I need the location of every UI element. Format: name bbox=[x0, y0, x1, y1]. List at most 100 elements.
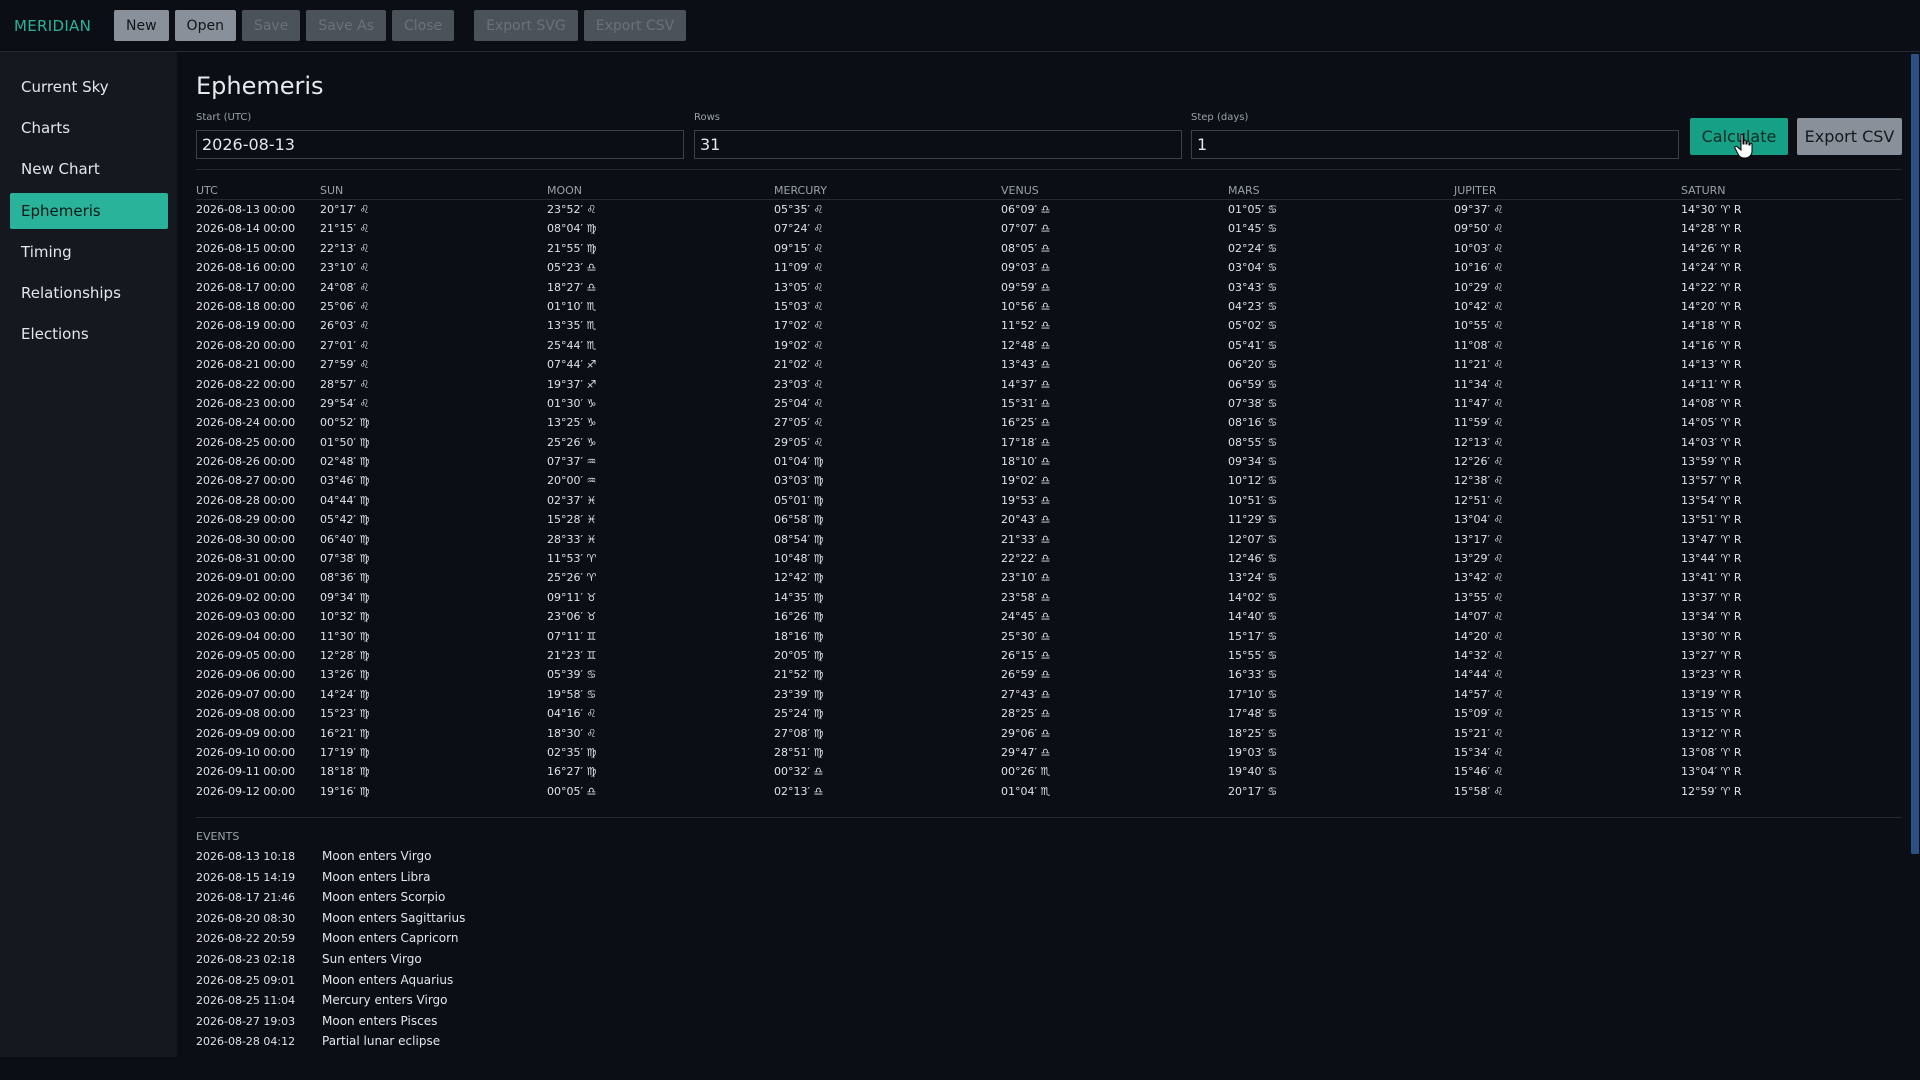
export-svg-button[interactable]: Export SVG bbox=[474, 10, 578, 41]
sidebar-item-timing[interactable]: Timing bbox=[10, 234, 168, 270]
table-cell: 2026-08-28 00:00 bbox=[196, 493, 296, 507]
table-cell: 04°23′ ♋ bbox=[1228, 299, 1278, 313]
table-cell: 03°04′ ♋ bbox=[1228, 261, 1278, 275]
table-row: 2026-08-15 00:00 22°13′ ♌ 21°55′ ♍ 09°15′ ♌… bbox=[196, 239, 1902, 258]
event-item: 2026-08-27 19:03 Moon enters Pisces bbox=[196, 1012, 896, 1033]
table-cell: 02°37′ ♓ bbox=[547, 493, 597, 507]
column-header-utc: UTC bbox=[196, 184, 218, 197]
sidebar-item-new-chart[interactable]: New Chart bbox=[10, 151, 168, 187]
table-cell: 11°29′ ♋ bbox=[1228, 513, 1278, 527]
table-cell: 13°37′ ♈ R bbox=[1681, 590, 1742, 604]
table-cell: 13°15′ ♈ R bbox=[1681, 707, 1742, 721]
table-cell: 09°15′ ♌ bbox=[774, 241, 824, 255]
table-cell: 26°59′ ♎ bbox=[1001, 668, 1051, 682]
table-cell: 15°17′ ♋ bbox=[1228, 629, 1278, 643]
table-cell: 28°33′ ♓ bbox=[547, 532, 597, 546]
sidebar-item-relationships[interactable]: Relationships bbox=[10, 275, 168, 311]
table-cell: 01°10′ ♏ bbox=[547, 299, 597, 313]
step-days-input[interactable] bbox=[1191, 130, 1679, 159]
table-cell: 14°35′ ♍ bbox=[774, 590, 824, 604]
table-cell: 23°10′ ♎ bbox=[1001, 571, 1051, 585]
event-time: 2026-08-23 02:18 bbox=[196, 952, 296, 966]
save-button[interactable]: Save bbox=[241, 10, 301, 41]
table-cell: 07°37′ ♒ bbox=[547, 455, 597, 469]
table-row: 2026-08-22 00:00 28°57′ ♌ 19°37′ ♐ 23°03′ ♌… bbox=[196, 375, 1902, 394]
export-csv-button[interactable]: Export CSV bbox=[583, 10, 687, 41]
sidebar-item-current-sky[interactable]: Current Sky bbox=[10, 69, 168, 105]
table-cell: 01°05′ ♋ bbox=[1228, 203, 1278, 216]
table-cell: 18°30′ ♌ bbox=[547, 726, 597, 740]
table-cell: 17°19′ ♍ bbox=[320, 745, 370, 759]
table-cell: 14°57′ ♌ bbox=[1454, 687, 1504, 701]
table-cell: 2026-08-13 00:00 bbox=[196, 203, 296, 216]
event-time: 2026-08-17 21:46 bbox=[196, 891, 296, 905]
open-button[interactable]: Open bbox=[174, 10, 236, 41]
scrollbar-thumb[interactable] bbox=[1911, 54, 1919, 854]
events-label: EVENTS bbox=[196, 830, 240, 843]
save-as-button[interactable]: Save As bbox=[306, 10, 387, 41]
table-cell: 07°11′ ♊ bbox=[547, 629, 597, 643]
new-button[interactable]: New bbox=[114, 10, 169, 41]
table-row: 2026-09-02 00:00 09°34′ ♍ 09°11′ ♉ 14°35′ ♍… bbox=[196, 588, 1902, 607]
table-row: 2026-08-25 00:00 01°50′ ♍ 25°26′ ♑ 29°05′ ♌… bbox=[196, 433, 1902, 452]
table-cell: 09°34′ ♋ bbox=[1228, 455, 1278, 469]
table-row: 2026-08-29 00:00 05°42′ ♍ 15°28′ ♓ 06°58′ ♍… bbox=[196, 510, 1902, 529]
table-cell: 08°36′ ♍ bbox=[320, 571, 370, 585]
table-cell: 27°05′ ♌ bbox=[774, 416, 824, 430]
table-cell: 28°25′ ♎ bbox=[1001, 707, 1051, 721]
sidebar-item-elections[interactable]: Elections bbox=[10, 316, 168, 352]
table-cell: 13°30′ ♈ R bbox=[1681, 629, 1742, 643]
export-csv-button[interactable]: Export CSV bbox=[1797, 118, 1902, 155]
table-cell: 25°26′ ♑ bbox=[547, 435, 597, 449]
start-utc-input[interactable] bbox=[196, 130, 684, 159]
table-cell: 18°10′ ♎ bbox=[1001, 455, 1051, 469]
table-cell: 13°51′ ♈ R bbox=[1681, 513, 1742, 527]
table-cell: 17°02′ ♌ bbox=[774, 319, 824, 333]
table-cell: 20°05′ ♍ bbox=[774, 648, 824, 662]
table-cell: 13°19′ ♈ R bbox=[1681, 687, 1742, 701]
table-cell: 14°37′ ♎ bbox=[1001, 377, 1051, 391]
table-row: 2026-08-27 00:00 03°46′ ♍ 20°00′ ♒ 03°03′ ♍… bbox=[196, 471, 1902, 490]
table-cell: 01°04′ ♏ bbox=[1001, 784, 1051, 798]
table-row: 2026-08-21 00:00 27°59′ ♌ 07°44′ ♐ 21°02′ ♌… bbox=[196, 355, 1902, 374]
table-row: 2026-08-28 00:00 04°44′ ♍ 02°37′ ♓ 05°01′ ♍… bbox=[196, 491, 1902, 510]
table-cell: 14°07′ ♌ bbox=[1454, 610, 1504, 624]
table-cell: 13°04′ ♌ bbox=[1454, 513, 1504, 527]
table-cell: 06°59′ ♋ bbox=[1228, 377, 1278, 391]
table-cell: 16°33′ ♋ bbox=[1228, 668, 1278, 682]
sidebar-item-charts[interactable]: Charts bbox=[10, 110, 168, 146]
app-logo: MERIDIAN bbox=[14, 16, 92, 35]
table-cell: 14°22′ ♈ R bbox=[1681, 280, 1742, 294]
rows-label: Rows bbox=[694, 112, 721, 123]
table-cell: 23°52′ ♌ bbox=[547, 203, 597, 216]
table-cell: 00°05′ ♎ bbox=[547, 784, 597, 798]
table-cell: 2026-09-03 00:00 bbox=[196, 610, 296, 624]
table-cell: 11°47′ ♌ bbox=[1454, 396, 1504, 410]
table-cell: 06°09′ ♎ bbox=[1001, 203, 1051, 216]
close-button[interactable]: Close bbox=[392, 10, 455, 41]
table-cell: 02°48′ ♍ bbox=[320, 455, 370, 469]
table-cell: 23°03′ ♌ bbox=[774, 377, 824, 391]
table-cell: 2026-08-14 00:00 bbox=[196, 222, 296, 236]
table-cell: 19°53′ ♎ bbox=[1001, 493, 1051, 507]
table-cell: 2026-08-19 00:00 bbox=[196, 319, 296, 333]
table-cell: 10°29′ ♌ bbox=[1454, 280, 1504, 294]
table-cell: 29°06′ ♎ bbox=[1001, 726, 1051, 740]
table-cell: 13°42′ ♌ bbox=[1454, 571, 1504, 585]
event-item: 2026-08-15 14:19 Moon enters Libra bbox=[196, 868, 896, 889]
event-time: 2026-08-25 11:04 bbox=[196, 994, 296, 1008]
rows-input[interactable] bbox=[694, 130, 1182, 159]
table-cell: 2026-08-20 00:00 bbox=[196, 338, 296, 352]
table-cell: 2026-08-23 00:00 bbox=[196, 396, 296, 410]
table-cell: 12°13′ ♌ bbox=[1454, 435, 1504, 449]
table-cell: 14°28′ ♈ R bbox=[1681, 222, 1742, 236]
table-cell: 13°57′ ♈ R bbox=[1681, 474, 1742, 488]
event-item: 2026-08-28 04:12 Partial lunar eclipse bbox=[196, 1032, 896, 1053]
table-cell: 23°39′ ♍ bbox=[774, 687, 824, 701]
table-cell: 14°13′ ♈ R bbox=[1681, 358, 1742, 372]
table-cell: 23°06′ ♉ bbox=[547, 610, 597, 624]
table-cell: 03°03′ ♍ bbox=[774, 474, 824, 488]
event-time: 2026-08-28 04:12 bbox=[196, 1035, 296, 1049]
event-item: 2026-08-22 20:59 Moon enters Capricorn bbox=[196, 929, 896, 950]
sidebar-item-ephemeris[interactable]: Ephemeris bbox=[10, 192, 168, 229]
